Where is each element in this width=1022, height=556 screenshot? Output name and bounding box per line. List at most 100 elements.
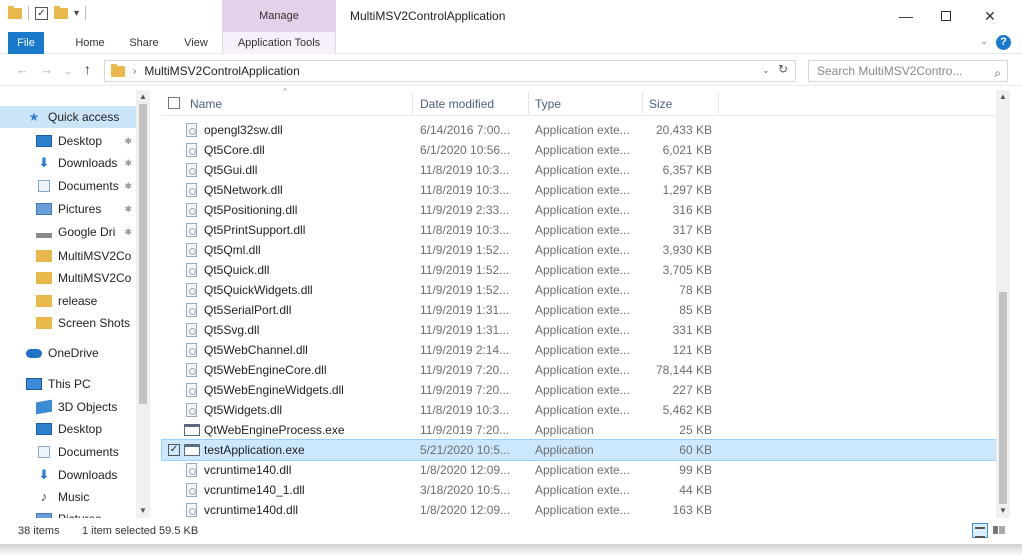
search-input[interactable]: Search MultiMSV2Contro... ⌕ xyxy=(808,60,1008,82)
sidebar-item-label: Pictures xyxy=(58,512,101,518)
column-divider[interactable] xyxy=(642,92,643,114)
table-row[interactable]: Qt5Qml.dll 11/9/2019 1:52... Application e… xyxy=(162,240,996,260)
table-row[interactable]: Qt5Quick.dll 11/9/2019 1:52... Application… xyxy=(162,260,996,280)
scrollbar-thumb[interactable] xyxy=(139,104,147,404)
address-dropdown-icon[interactable]: ⌄ xyxy=(762,65,770,76)
table-row[interactable]: vcruntime140d.dll 1/8/2020 12:09... Applic… xyxy=(162,500,996,520)
table-row[interactable]: Qt5WebEngineWidgets.dll 11/9/2019 7:20...… xyxy=(162,380,996,400)
column-header-name[interactable]: Name xyxy=(190,97,222,111)
sidebar-item-documents[interactable]: Documents ✱ xyxy=(0,175,136,197)
table-row[interactable]: Qt5WebChannel.dll 11/9/2019 2:14... Applic… xyxy=(162,340,996,360)
sidebar-item-this-pc[interactable]: This PC xyxy=(0,373,136,395)
row-checkbox[interactable]: ✓ xyxy=(168,444,180,456)
sidebar-item-screen-shots[interactable]: Screen Shots xyxy=(0,312,136,334)
sidebar-item-downloads[interactable]: ⬇ Downloads xyxy=(0,464,136,486)
file-name: opengl32sw.dll xyxy=(204,123,283,137)
minimize-button[interactable]: — xyxy=(886,6,926,26)
tab-view[interactable]: View xyxy=(176,32,216,54)
search-icon: ⌕ xyxy=(994,66,1001,80)
table-row[interactable]: Qt5SerialPort.dll 11/9/2019 1:31... Applic… xyxy=(162,300,996,320)
sidebar-item-downloads[interactable]: ⬇ Downloads ✱ xyxy=(0,152,136,174)
table-row[interactable]: vcruntime140.dll 1/8/2020 12:09... Applica… xyxy=(162,460,996,480)
customize-toolbar-icon[interactable]: ▾ xyxy=(74,8,79,19)
navigation-pane: ★ Quick access Desktop ✱ ⬇ Downloads ✱ Document… xyxy=(0,90,150,518)
file-date-modified: 11/9/2019 7:20... xyxy=(420,383,510,397)
sidebar-item-pictures[interactable]: Pictures ✱ xyxy=(0,198,136,220)
up-arrow-icon[interactable]: ↑ xyxy=(84,61,91,77)
desktop-icon xyxy=(36,423,52,435)
scrollbar-thumb[interactable] xyxy=(999,292,1007,504)
table-row[interactable]: Qt5Widgets.dll 11/8/2019 10:3... Applicati… xyxy=(162,400,996,420)
sidebar-item-multimsv2co[interactable]: MultiMSV2Co xyxy=(0,245,136,267)
table-row[interactable]: Qt5WebEngineCore.dll 11/9/2019 7:20... App… xyxy=(162,360,996,380)
address-field[interactable]: › MultiMSV2ControlApplication xyxy=(104,60,796,82)
tab-file[interactable]: File xyxy=(8,32,44,54)
sidebar-item-google-dri[interactable]: Google Dri ✱ xyxy=(0,221,136,243)
sidebar-item-3d-objects[interactable]: 3D Objects xyxy=(0,396,136,418)
tab-application-tools[interactable]: Application Tools xyxy=(222,32,336,54)
help-icon[interactable]: ? xyxy=(996,35,1011,50)
tab-share[interactable]: Share xyxy=(124,32,164,54)
table-row[interactable]: Qt5PrintSupport.dll 11/8/2019 10:3... Appl… xyxy=(162,220,996,240)
navigation-pane-scrollbar[interactable]: ▲ ▼ xyxy=(136,90,150,518)
table-row[interactable]: Qt5Positioning.dll 11/9/2019 2:33... Appli… xyxy=(162,200,996,220)
select-all-checkbox[interactable] xyxy=(168,97,180,109)
column-header-type[interactable]: Type xyxy=(535,97,561,111)
large-icons-view-icon[interactable] xyxy=(992,524,1006,537)
table-row[interactable]: QtWebEngineProcess.exe 11/9/2019 7:20... A… xyxy=(162,420,996,440)
file-date-modified: 11/9/2019 1:52... xyxy=(420,243,510,257)
table-row[interactable]: vcruntime140_1.dll 3/18/2020 10:5... Appli… xyxy=(162,480,996,500)
pictures-icon xyxy=(36,513,52,518)
back-arrow-icon[interactable]: ← xyxy=(16,62,29,77)
scroll-down-arrow-icon[interactable]: ▼ xyxy=(999,506,1007,515)
sidebar-item-desktop[interactable]: Desktop xyxy=(0,418,136,440)
table-row[interactable]: ✓ testApplication.exe 5/21/2020 10:5... App… xyxy=(161,439,997,461)
onedrive-icon xyxy=(26,348,42,358)
maximize-button[interactable] xyxy=(926,6,966,26)
sidebar-item-release[interactable]: release xyxy=(0,290,136,312)
column-divider[interactable] xyxy=(528,92,529,114)
pictures-icon xyxy=(36,203,52,215)
sidebar-item-quick-access[interactable]: ★ Quick access xyxy=(0,106,136,128)
column-header-date[interactable]: Date modified xyxy=(420,97,494,111)
new-folder-icon[interactable] xyxy=(54,5,68,19)
refresh-icon[interactable]: ↻ xyxy=(778,62,788,76)
sidebar-item-multimsv2co[interactable]: MultiMSV2Co xyxy=(0,267,136,289)
address-path[interactable]: MultiMSV2ControlApplication xyxy=(144,64,299,78)
scroll-up-arrow-icon[interactable]: ▲ xyxy=(139,92,147,101)
column-header-size[interactable]: Size xyxy=(649,97,672,111)
file-size: 316 KB xyxy=(672,203,712,217)
tab-home[interactable]: Home xyxy=(70,32,110,54)
file-name: QtWebEngineProcess.exe xyxy=(204,423,345,437)
table-row[interactable]: Qt5Gui.dll 11/8/2019 10:3... Application e… xyxy=(162,160,996,180)
file-size: 78,144 KB xyxy=(655,363,712,377)
sidebar-item-pictures[interactable]: Pictures xyxy=(0,508,136,518)
table-row[interactable]: Qt5Network.dll 11/8/2019 10:3... Applicati… xyxy=(162,180,996,200)
separator xyxy=(28,6,29,20)
sidebar-item-documents[interactable]: Documents xyxy=(0,441,136,463)
sidebar-item-label: Quick access xyxy=(48,110,120,124)
column-divider[interactable] xyxy=(412,92,413,114)
close-button[interactable]: ✕ xyxy=(970,6,1010,26)
properties-icon[interactable]: ✓ xyxy=(35,6,48,20)
sidebar-item-label: Music xyxy=(58,490,90,504)
sidebar-item-desktop[interactable]: Desktop ✱ xyxy=(0,130,136,152)
sidebar-item-onedrive[interactable]: OneDrive xyxy=(0,342,136,364)
file-date-modified: 6/14/2016 7:00... xyxy=(420,123,511,137)
scroll-up-arrow-icon[interactable]: ▲ xyxy=(999,92,1007,101)
details-view-icon[interactable] xyxy=(972,523,988,538)
expand-ribbon-icon[interactable]: ⌄ xyxy=(980,36,988,47)
forward-arrow-icon[interactable]: → xyxy=(40,62,53,77)
file-list-scrollbar[interactable]: ▲ ▼ xyxy=(996,90,1010,518)
table-row[interactable]: opengl32sw.dll 6/14/2016 7:00... Applicati… xyxy=(162,120,996,140)
table-row[interactable]: Qt5Core.dll 6/1/2020 10:56... Application … xyxy=(162,140,996,160)
table-row[interactable]: Qt5Svg.dll 11/9/2019 1:31... Application e… xyxy=(162,320,996,340)
file-type: Application xyxy=(535,443,594,457)
sidebar-item-music[interactable]: ♪ Music xyxy=(0,486,136,508)
scroll-down-arrow-icon[interactable]: ▼ xyxy=(139,506,147,515)
column-divider[interactable] xyxy=(718,92,719,114)
table-row[interactable]: Qt5QuickWidgets.dll 11/9/2019 1:52... Appl… xyxy=(162,280,996,300)
recent-locations-icon[interactable]: ⌄ xyxy=(64,66,72,77)
file-date-modified: 11/9/2019 1:52... xyxy=(420,283,510,297)
chevron-right-icon[interactable]: › xyxy=(133,66,136,77)
